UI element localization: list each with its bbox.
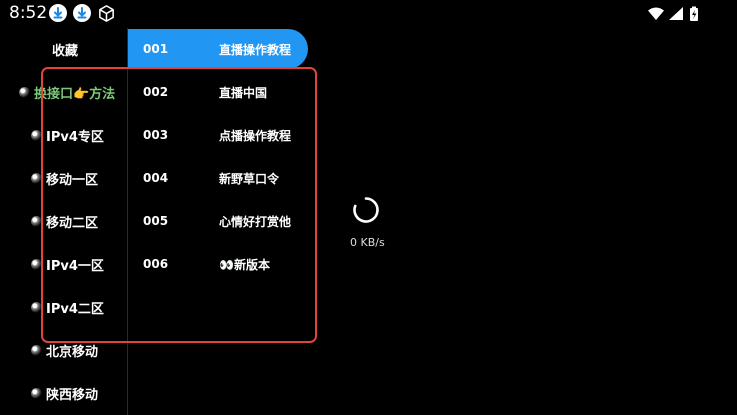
loading-spinner-icon [353, 197, 379, 223]
ball-icon [19, 86, 30, 98]
category-label: 收藏 [52, 43, 79, 59]
category-label: IPv4二区 [46, 301, 104, 317]
category-label: 移动二区 [46, 215, 99, 231]
signal-icon [669, 7, 683, 20]
category-label: IPv4一区 [46, 258, 104, 274]
channel-number: 006 [143, 257, 169, 271]
clock: 8:52 [9, 3, 48, 23]
channel-name: 👀新版本 [219, 257, 270, 272]
download-icon [49, 4, 67, 22]
channel-row[interactable]: 005 心情好打赏他 [128, 201, 308, 241]
category-label: IPv4专区 [46, 129, 104, 145]
download-speed: 0 KB/s [350, 236, 385, 249]
ball-icon [31, 387, 42, 399]
channel-number: 004 [143, 171, 169, 185]
channel-row[interactable]: 004 新野草口令 [128, 158, 308, 198]
category-list: 收藏 换接口👉方法 IPv4专区 移动一区 移动二区 IPv4一区 IPv4二区… [0, 28, 128, 415]
channel-name: 直播中国 [219, 85, 268, 100]
download-icon [73, 4, 91, 22]
system-status-icons [648, 6, 698, 21]
channel-number: 001 [143, 42, 169, 56]
channel-number: 005 [143, 214, 169, 228]
status-bar: 8:52 [0, 0, 737, 28]
cube-icon [97, 4, 115, 22]
channel-name: 心情好打赏他 [219, 214, 292, 229]
channel-name: 直播操作教程 [219, 42, 292, 57]
category-label: 陕西移动 [46, 387, 99, 403]
channel-row[interactable]: 001 直播操作教程 [128, 29, 308, 69]
category-label: 北京移动 [46, 344, 99, 360]
channel-row[interactable]: 002 直播中国 [128, 72, 308, 112]
ball-icon [31, 172, 42, 184]
channel-name: 点播操作教程 [219, 128, 292, 143]
channel-number: 002 [143, 85, 169, 99]
channel-row[interactable]: 003 点播操作教程 [128, 115, 308, 155]
channel-number: 003 [143, 128, 169, 142]
channel-name: 新野草口令 [219, 171, 280, 186]
battery-icon [690, 6, 698, 21]
category-label: 移动一区 [46, 172, 99, 188]
ball-icon [31, 301, 42, 313]
ball-icon [31, 344, 42, 356]
channel-row[interactable]: 006 👀新版本 [128, 244, 308, 284]
category-label: 换接口👉方法 [34, 86, 116, 102]
category-item-switch-interface[interactable]: 换接口👉方法 [0, 77, 146, 107]
ball-icon [31, 129, 42, 141]
ball-icon [31, 258, 42, 270]
ball-icon [31, 215, 42, 227]
wifi-icon [648, 7, 664, 20]
channel-list: 001 直播操作教程 002 直播中国 003 点播操作教程 004 新野草口令… [128, 28, 318, 415]
